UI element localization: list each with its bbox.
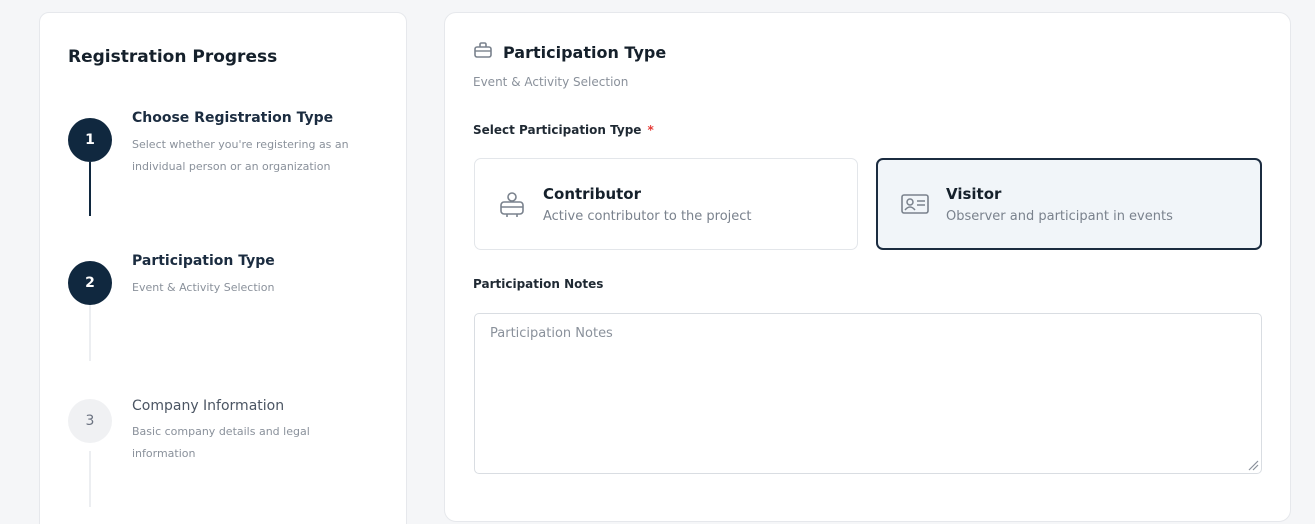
visitor-description: Observer and participant in events [946, 208, 1173, 224]
step-3-title: Company Information [132, 398, 285, 414]
registration-progress-panel: Registration Progress 1 Choose Registrat… [39, 12, 407, 524]
section-header: Participation Type [473, 41, 666, 63]
step-2-title: Participation Type [132, 253, 275, 269]
section-title: Participation Type [503, 42, 667, 62]
briefcase-icon [473, 41, 493, 63]
required-marker: * [647, 123, 654, 137]
participation-type-label: Select Participation Type * [473, 123, 654, 137]
resize-handle-icon[interactable] [1247, 459, 1259, 471]
visitor-title: Visitor [946, 184, 1002, 203]
contributor-icon [495, 187, 529, 221]
contributor-description: Active contributor to the project [543, 208, 752, 224]
option-visitor[interactable]: Visitor Observer and participant in even… [876, 158, 1262, 250]
registration-page: Registration Progress 1 Choose Registrat… [0, 0, 1315, 524]
step-3-description: Basic company details and legal informat… [132, 425, 310, 460]
contributor-title: Contributor [543, 184, 641, 203]
participation-notes-label: Participation Notes [473, 277, 604, 291]
step-1-title: Choose Registration Type [132, 110, 334, 126]
participation-type-label-text: Select Participation Type [473, 123, 642, 137]
step-2-connector [89, 305, 91, 361]
step-3-connector [89, 451, 91, 507]
step-1-connector [89, 162, 91, 216]
option-contributor[interactable]: Contributor Active contributor to the pr… [474, 158, 858, 250]
id-card-icon [898, 187, 932, 221]
section-subtitle: Event & Activity Selection [473, 75, 629, 89]
participation-form-card: Participation Type Event & Activity Sele… [444, 12, 1291, 522]
progress-title: Registration Progress [68, 47, 278, 67]
step-2-description: Event & Activity Selection [132, 281, 275, 294]
participation-notes-textarea[interactable] [474, 313, 1262, 474]
step-1-description: Select whether you're registering as an … [132, 138, 349, 173]
step-1-number: 1 [68, 118, 112, 162]
step-2-number: 2 [68, 261, 112, 305]
step-3-number: 3 [68, 399, 112, 443]
